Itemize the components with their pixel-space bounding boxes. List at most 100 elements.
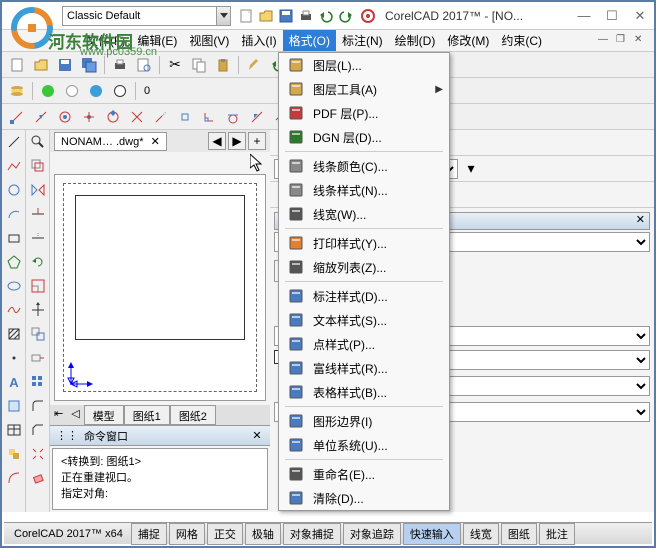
point-tool-icon[interactable] [3, 347, 25, 369]
sheet-nav-first-icon[interactable]: ⇤ [50, 405, 67, 425]
menu-item-rename[interactable]: 重命名(E)... [279, 462, 449, 486]
chamfer-tool-icon[interactable] [27, 419, 49, 441]
grip-icon[interactable]: ⋮⋮ [56, 429, 78, 442]
rect-tool-icon[interactable] [3, 227, 25, 249]
region-tool-icon[interactable] [3, 395, 25, 417]
next-doc-button[interactable]: ▶ [228, 132, 246, 150]
visibility-icon[interactable] [37, 80, 59, 102]
menu-item-text-style[interactable]: 文本样式(S)... [279, 308, 449, 332]
extend-tool-icon[interactable] [27, 227, 49, 249]
status-button-1[interactable]: 网格 [169, 523, 205, 545]
status-button-4[interactable]: 对象捕捉 [283, 523, 341, 545]
trim-tool-icon[interactable] [27, 203, 49, 225]
copy-icon[interactable] [188, 54, 210, 76]
snap-endpoint-icon[interactable] [6, 106, 28, 128]
style-preset-dropdown-button[interactable] [217, 6, 231, 26]
menu-item-print-style[interactable]: 打印样式(Y)... [279, 231, 449, 255]
explode-tool-icon[interactable] [27, 443, 49, 465]
save-icon[interactable] [54, 54, 76, 76]
scale-tool-icon[interactable] [27, 275, 49, 297]
fillet-tool-icon[interactable] [27, 395, 49, 417]
sheet-tab-2[interactable]: 图纸2 [170, 405, 216, 425]
menu-item-line-color[interactable]: 线条颜色(C)... [279, 154, 449, 178]
blue-marker-icon[interactable] [85, 80, 107, 102]
sheet-nav-prev-icon[interactable]: ◁ [67, 405, 83, 425]
new-icon[interactable] [6, 54, 28, 76]
zoom-tool-icon[interactable] [27, 131, 49, 153]
array-tool-icon[interactable] [27, 371, 49, 393]
menu-item-pdf[interactable]: PDF 层(P)... [279, 101, 449, 125]
snap-midpoint-icon[interactable] [30, 106, 52, 128]
text-tool-icon[interactable]: A [3, 371, 25, 393]
open-folder-icon[interactable] [257, 7, 275, 25]
new-doc-icon[interactable] [237, 7, 255, 25]
copy-tool-icon[interactable] [27, 323, 49, 345]
prev-doc-button[interactable]: ◀ [208, 132, 226, 150]
sheet-tab-model[interactable]: 模型 [84, 405, 124, 425]
menu-format[interactable]: 格式(O) [283, 30, 336, 51]
menu-item-scale-list[interactable]: 缩放列表(Z)... [279, 255, 449, 279]
minimize-button[interactable]: — [570, 4, 598, 28]
status-button-8[interactable]: 图纸 [501, 523, 537, 545]
snap-insert-icon[interactable] [174, 106, 196, 128]
status-button-5[interactable]: 对象追踪 [343, 523, 401, 545]
menu-draw[interactable]: 绘制(D) [389, 30, 442, 51]
add-doc-button[interactable]: + [248, 132, 266, 150]
menu-item-line-style[interactable]: 线条样式(N)... [279, 178, 449, 202]
snap-node-icon[interactable] [78, 106, 100, 128]
mirror-tool-icon[interactable] [27, 179, 49, 201]
cut-icon[interactable]: ✂ [164, 54, 186, 76]
spline-tool-icon[interactable] [3, 299, 25, 321]
open-icon[interactable] [30, 54, 52, 76]
polyline-tool-icon[interactable] [3, 155, 25, 177]
mdi-close-button[interactable]: ✕ [634, 34, 648, 48]
style-preset-select[interactable] [62, 6, 217, 26]
status-button-7[interactable]: 线宽 [463, 523, 499, 545]
status-button-6[interactable]: 快速输入 [403, 523, 461, 545]
arc-tool-icon[interactable] [3, 203, 25, 225]
outline-marker-icon[interactable] [109, 80, 131, 102]
polygon-tool-icon[interactable] [3, 251, 25, 273]
dropdown-icon[interactable]: ▾ [460, 158, 482, 180]
menu-view[interactable]: 视图(V) [183, 30, 235, 51]
paste-icon[interactable] [212, 54, 234, 76]
erase-tool-icon[interactable] [27, 467, 49, 489]
status-button-3[interactable]: 极轴 [245, 523, 281, 545]
menu-item-rich-line[interactable]: 富线样式(R)... [279, 356, 449, 380]
circle-tool-icon[interactable] [3, 179, 25, 201]
snap-center-icon[interactable] [54, 106, 76, 128]
menu-item-units[interactable]: 单位系统(U)... [279, 433, 449, 457]
menu-dimension[interactable]: 标注(N) [336, 30, 389, 51]
close-button[interactable]: ✕ [626, 4, 654, 28]
menu-item-dim-style[interactable]: 标注样式(D)... [279, 284, 449, 308]
menu-item-table-style[interactable]: 表格样式(B)... [279, 380, 449, 404]
snap-intersection-icon[interactable] [126, 106, 148, 128]
stretch-tool-icon[interactable] [27, 347, 49, 369]
maximize-button[interactable]: ☐ [598, 4, 626, 28]
redo-icon[interactable] [337, 7, 355, 25]
curve-tool-icon[interactable] [3, 467, 25, 489]
menu-item-line-width[interactable]: 线宽(W)... [279, 202, 449, 226]
status-button-0[interactable]: 捕捉 [131, 523, 167, 545]
command-output[interactable]: <转换到: 图纸1> 正在重建视口。 指定对角: [52, 448, 268, 510]
save-icon[interactable] [277, 7, 295, 25]
hatch-tool-icon[interactable] [3, 323, 25, 345]
layer-mgr-icon[interactable] [6, 80, 28, 102]
rotate-tool-icon[interactable] [27, 251, 49, 273]
sheet-tab-1[interactable]: 图纸1 [124, 405, 170, 425]
ellipse-tool-icon[interactable] [3, 275, 25, 297]
offset-tool-icon[interactable] [27, 155, 49, 177]
command-panel-close-icon[interactable]: ✕ [250, 429, 264, 443]
menu-insert[interactable]: 插入(I) [235, 30, 282, 51]
snap-quadrant-icon[interactable] [102, 106, 124, 128]
move-tool-icon[interactable] [27, 299, 49, 321]
menu-item-layer-tools[interactable]: 图层工具(A)▶ [279, 77, 449, 101]
block-tool-icon[interactable] [3, 443, 25, 465]
menu-item-bounds[interactable]: 图形边界(I) [279, 409, 449, 433]
menu-modify[interactable]: 修改(M) [441, 30, 495, 51]
hidden-icon[interactable] [61, 80, 83, 102]
menu-item-layer[interactable]: 图层(L)... [279, 53, 449, 77]
snap-tangent-icon[interactable] [222, 106, 244, 128]
undo-icon[interactable] [317, 7, 335, 25]
brush-icon[interactable] [243, 54, 265, 76]
